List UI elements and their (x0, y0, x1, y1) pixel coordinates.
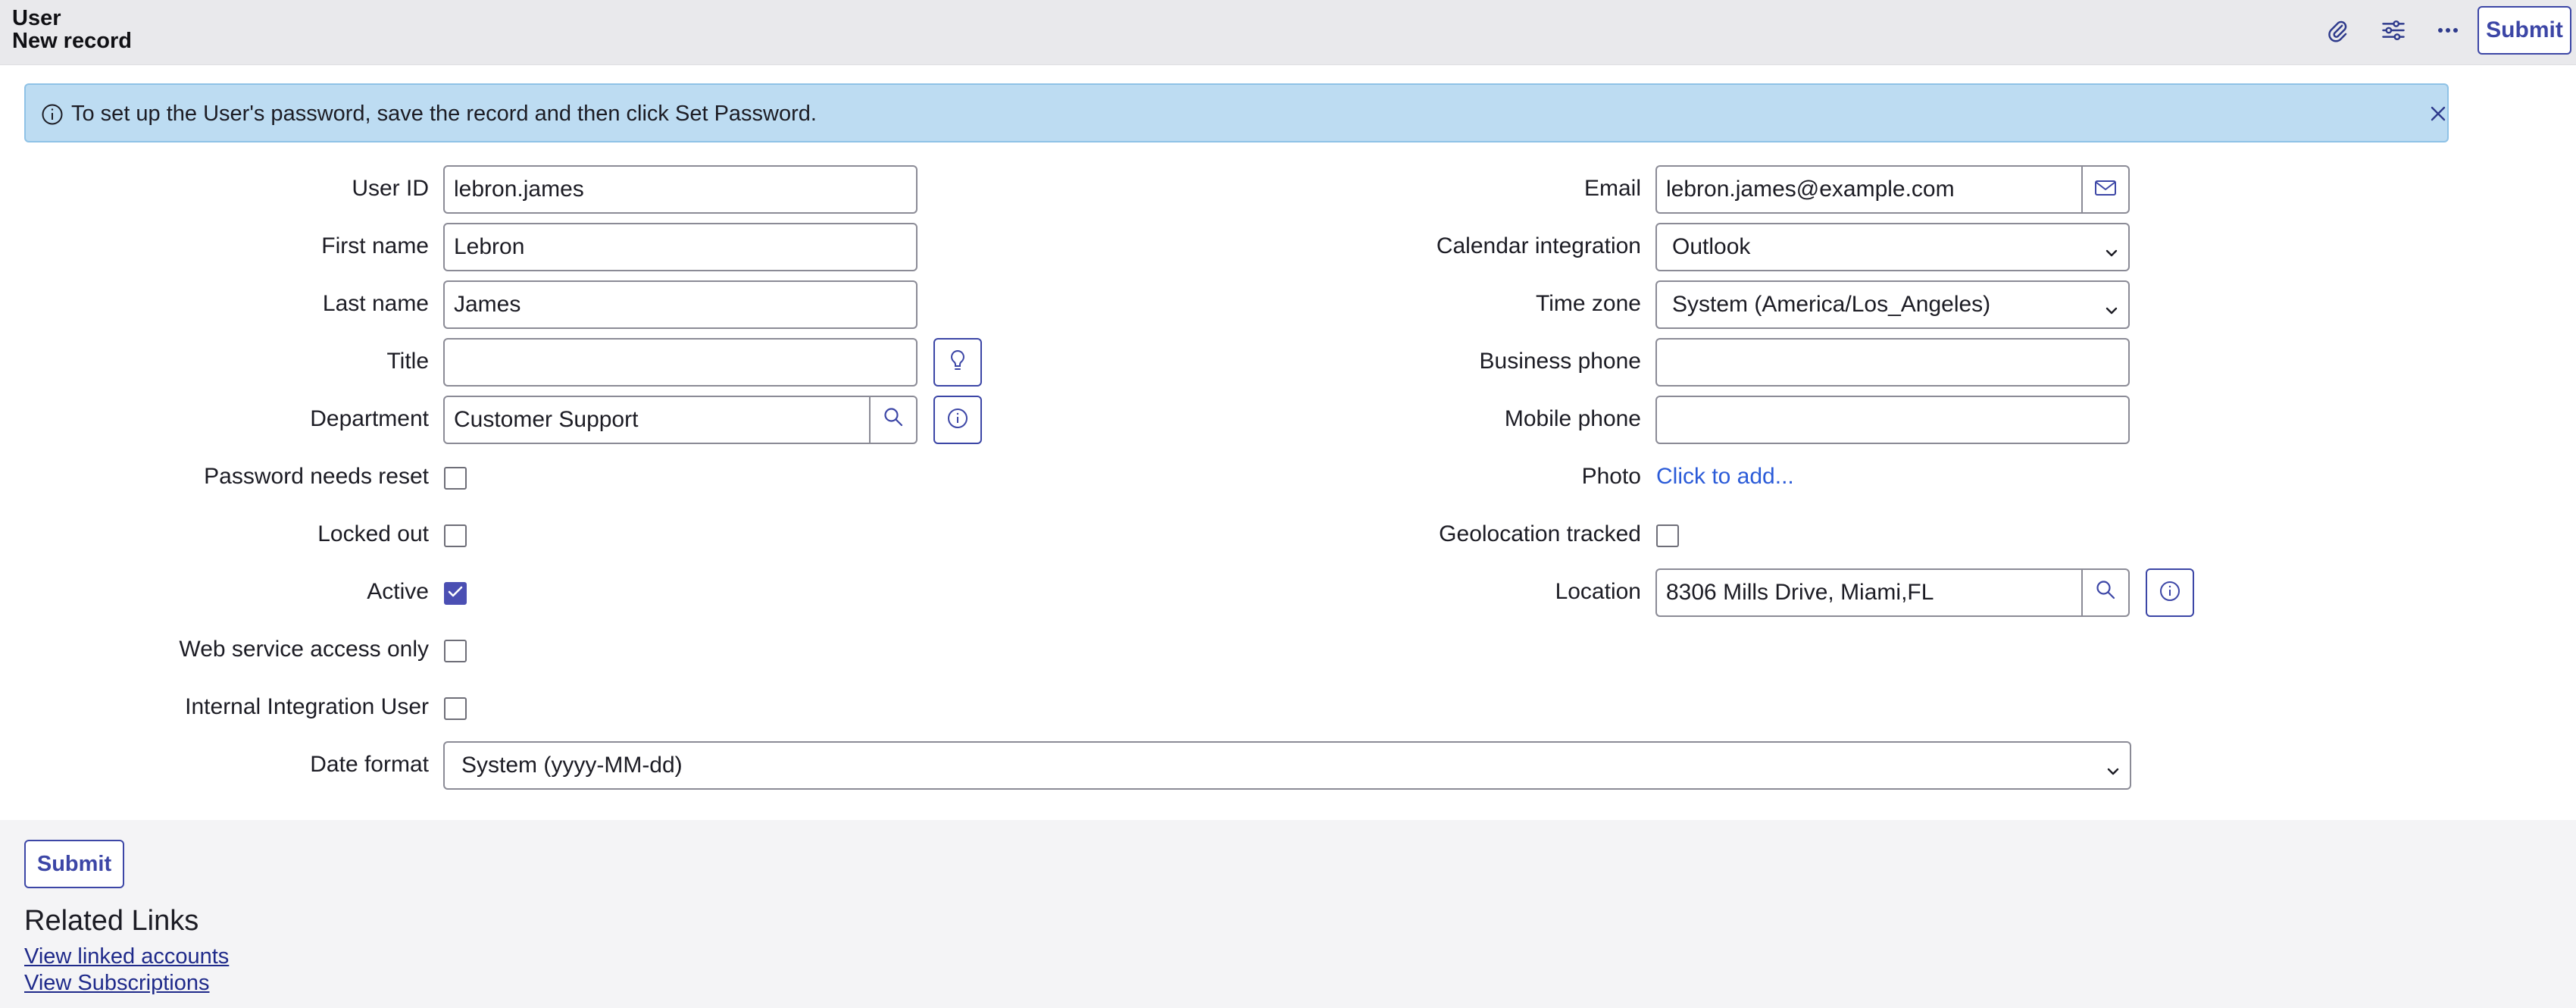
department-info-button[interactable] (933, 396, 982, 444)
geolocation-tracked-label: Geolocation tracked (1439, 521, 1641, 546)
business-phone-input[interactable] (1655, 338, 2130, 387)
web-service-access-checkbox[interactable] (444, 640, 467, 662)
calendar-integration-select[interactable]: Outlook (1655, 223, 2130, 271)
date-format-label: Date format (310, 752, 429, 777)
location-value: 8306 Mills Drive, Miami,FL (1666, 580, 1934, 605)
user-id-label: User ID (352, 176, 429, 201)
calendar-integration-value: Outlook (1672, 234, 1751, 259)
location-info-button[interactable] (2146, 568, 2194, 617)
title-input[interactable] (443, 338, 918, 387)
email-value: lebron.james@example.com (1666, 177, 1955, 202)
last-name-label: Last name (322, 291, 429, 316)
info-icon (946, 407, 969, 434)
envelope-icon (2094, 177, 2117, 202)
web-service-access-label: Web service access only (179, 637, 429, 662)
title-label: Title (386, 349, 429, 374)
first-name-value: Lebron (454, 234, 525, 259)
department-value: Customer Support (454, 407, 639, 432)
photo-label: Photo (1581, 464, 1641, 489)
view-linked-accounts-link[interactable]: View linked accounts (24, 944, 229, 969)
internal-integration-user-label: Internal Integration User (185, 694, 429, 719)
department-search-button[interactable] (869, 397, 916, 443)
location-label: Location (1555, 579, 1641, 604)
email-label: Email (1583, 176, 1641, 201)
close-icon[interactable] (2426, 102, 2450, 126)
suggestion-button[interactable] (933, 338, 982, 387)
first-name-label: First name (321, 233, 429, 258)
chevron-down-icon (2104, 299, 2119, 315)
password-needs-reset-checkbox[interactable] (444, 467, 467, 490)
header-submit-button[interactable]: Submit (2478, 6, 2571, 55)
form-panel: To set up the User's password, save the … (0, 65, 2576, 820)
first-name-input[interactable]: Lebron (443, 223, 918, 271)
footer-submit-button[interactable]: Submit (24, 840, 124, 888)
locked-out-label: Locked out (317, 521, 429, 546)
mobile-phone-input[interactable] (1655, 396, 2130, 444)
photo-add-link[interactable]: Click to add... (1656, 464, 1794, 490)
email-input[interactable]: lebron.james@example.com (1655, 165, 2130, 214)
time-zone-label: Time zone (1536, 291, 1641, 316)
form-header: User New record Submit (0, 0, 2576, 65)
view-subscriptions-link[interactable]: View Subscriptions (24, 971, 209, 996)
department-label: Department (310, 406, 429, 431)
time-zone-value: System (America/Los_Angeles) (1672, 292, 1991, 317)
chevron-down-icon (2104, 241, 2119, 257)
sliders-icon[interactable] (2374, 14, 2412, 47)
info-banner: To set up the User's password, save the … (24, 83, 2449, 142)
active-label: Active (367, 579, 429, 604)
location-input[interactable]: 8306 Mills Drive, Miami,FL (1655, 568, 2130, 617)
geolocation-tracked-checkbox[interactable] (1656, 524, 1679, 547)
mobile-phone-label: Mobile phone (1504, 406, 1641, 431)
department-input[interactable]: Customer Support (443, 396, 918, 444)
paperclip-icon[interactable] (2318, 14, 2356, 47)
business-phone-label: Business phone (1479, 349, 1642, 374)
user-id-input[interactable]: lebron.james (443, 165, 918, 214)
banner-message: To set up the User's password, save the … (71, 102, 817, 126)
calendar-integration-label: Calendar integration (1436, 233, 1641, 258)
related-links-title: Related Links (24, 905, 199, 937)
search-icon (883, 406, 904, 434)
time-zone-select[interactable]: System (America/Los_Angeles) (1655, 280, 2130, 329)
lightbulb-icon (949, 349, 967, 376)
internal-integration-user-checkbox[interactable] (444, 697, 467, 720)
check-icon (448, 586, 463, 602)
send-email-button[interactable] (2081, 167, 2128, 212)
chevron-down-icon (2106, 759, 2121, 775)
last-name-value: James (454, 292, 521, 317)
more-icon[interactable] (2429, 14, 2467, 47)
last-name-input[interactable]: James (443, 280, 918, 329)
info-icon (41, 103, 64, 126)
info-icon (2159, 580, 2181, 606)
active-checkbox[interactable] (444, 582, 467, 605)
search-icon (2095, 579, 2116, 606)
password-needs-reset-label: Password needs reset (204, 464, 429, 489)
location-search-button[interactable] (2081, 570, 2128, 615)
date-format-select[interactable]: System (yyyy-MM-dd) (443, 741, 2131, 790)
table-name: User (12, 6, 61, 30)
user-id-value: lebron.james (454, 177, 584, 202)
locked-out-checkbox[interactable] (444, 524, 467, 547)
record-name: New record (12, 29, 132, 53)
date-format-value: System (yyyy-MM-dd) (461, 753, 683, 778)
